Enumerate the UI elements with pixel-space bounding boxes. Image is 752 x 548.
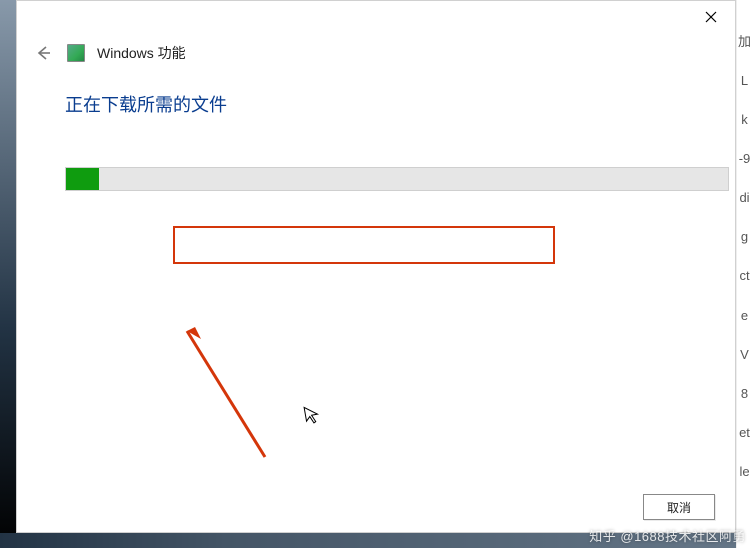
windows-features-icon [67, 44, 85, 62]
progress-fill [66, 168, 99, 190]
windows-features-dialog: Windows 功能 正在下载所需的文件 取消 [16, 0, 736, 533]
mouse-cursor-icon [303, 404, 323, 431]
header-row: Windows 功能 [31, 41, 186, 65]
button-bar: 取消 [643, 494, 715, 520]
annotation-box [173, 226, 555, 264]
close-button[interactable] [695, 3, 727, 31]
titlebar [687, 1, 735, 33]
watermark: 知乎 @1688技术社区阿勇 [589, 526, 746, 545]
annotation-arrow [177, 271, 277, 461]
close-icon [705, 11, 717, 23]
status-text: 正在下载所需的文件 [65, 91, 227, 117]
desktop-backdrop-left [0, 0, 16, 548]
background-text-fragments: 加 L k -9 di g ct e V 8 et le [736, 0, 752, 548]
dialog-title: Windows 功能 [97, 43, 186, 63]
back-arrow-icon [34, 44, 52, 62]
cancel-button[interactable]: 取消 [643, 494, 715, 520]
back-button[interactable] [31, 41, 55, 65]
progress-bar [65, 167, 729, 191]
